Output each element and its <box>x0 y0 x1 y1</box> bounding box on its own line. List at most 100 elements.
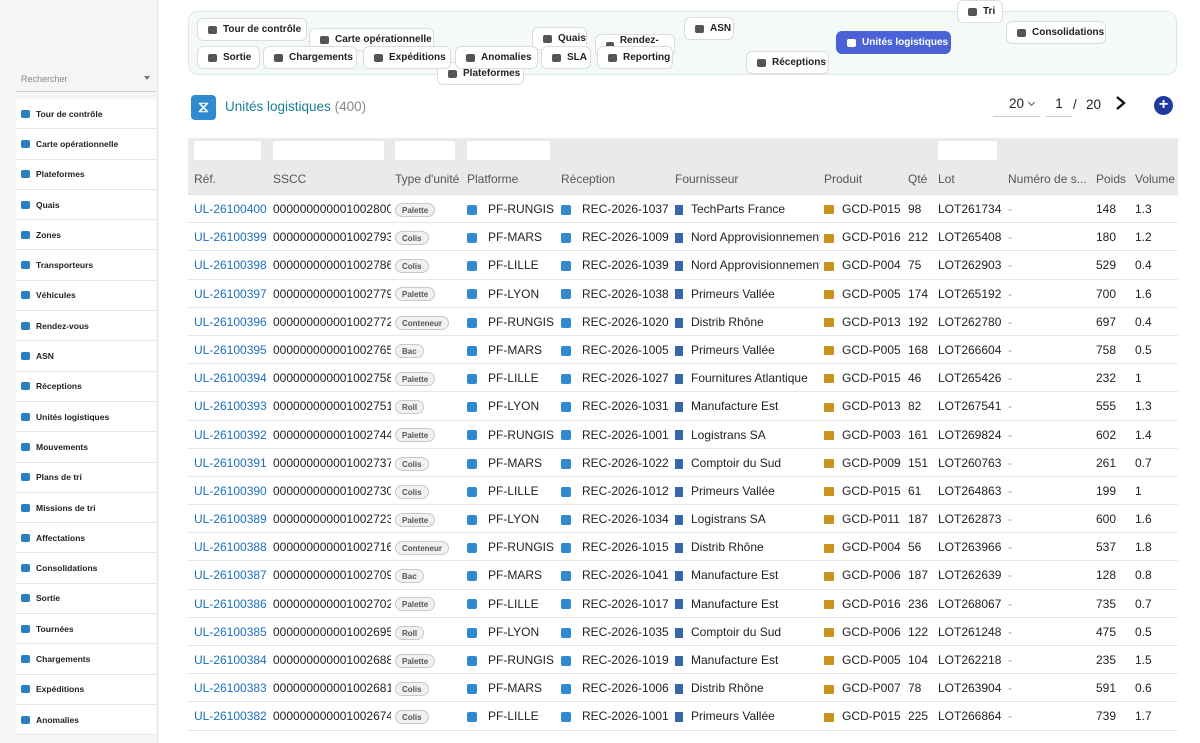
product-value: GCD-P015 <box>842 709 901 724</box>
column-header[interactable]: Type d'unité <box>395 166 465 195</box>
column-header[interactable]: SSCC <box>273 166 391 195</box>
tab[interactable]: Chargements <box>263 46 357 69</box>
table-row[interactable]: UL-26100383 000000000001002681 Colis PF-MAR… <box>188 674 1178 703</box>
ref-link[interactable]: UL-26100397 <box>194 287 267 301</box>
ref-link[interactable]: UL-26100395 <box>194 343 267 357</box>
table-row[interactable]: UL-26100384 000000000001002688 Palette PF-R… <box>188 646 1178 675</box>
table-row[interactable]: UL-26100392 000000000001002744 Palette PF-R… <box>188 420 1178 449</box>
ref-link[interactable]: UL-26100399 <box>194 230 267 244</box>
table-row[interactable]: UL-26100396 000000000001002772 Conteneur PF… <box>188 307 1178 336</box>
tab[interactable]: SLA <box>541 46 591 69</box>
sidebar-search-select[interactable]: Rechercher <box>16 66 156 92</box>
tab[interactable]: Sortie <box>197 46 260 69</box>
tab[interactable]: Tour de contrôle <box>197 18 307 41</box>
sidebar-item[interactable]: Plans de tri <box>16 462 156 493</box>
column-header[interactable]: Volume <box>1135 166 1178 195</box>
sidebar-item[interactable]: Carte opérationnelle <box>16 129 156 160</box>
sidebar-item[interactable]: ASN <box>16 341 156 372</box>
caret-down-icon[interactable] <box>144 76 150 80</box>
tab[interactable]: Anomalies <box>455 46 538 69</box>
table-row[interactable]: UL-26100382 000000000001002674 Colis PF-LIL… <box>188 702 1178 731</box>
table-row[interactable]: UL-26100391 000000000001002737 Colis PF-MAR… <box>188 448 1178 477</box>
sidebar-item[interactable]: Missions de tri <box>16 492 156 524</box>
sidebar-item[interactable]: Tour de contrôle <box>16 99 156 130</box>
column-header[interactable]: Numéro de s... <box>1008 166 1093 195</box>
table-row[interactable]: UL-26100394 000000000001002758 Palette PF-L… <box>188 364 1178 393</box>
column-header[interactable]: Réception <box>561 166 671 195</box>
table-row[interactable]: UL-26100397 000000000001002779 Palette PF-L… <box>188 279 1178 308</box>
column-header[interactable]: Platforme <box>467 166 557 195</box>
ref-link[interactable]: UL-26100383 <box>194 681 267 695</box>
ref-link[interactable]: UL-26100385 <box>194 625 267 639</box>
sidebar-item[interactable]: Transporteurs <box>16 250 156 281</box>
tab[interactable]: Réceptions <box>746 51 829 74</box>
column-header[interactable]: Réf. <box>194 166 269 195</box>
platform-value: PF-LILLE <box>488 596 539 611</box>
table-row[interactable]: UL-26100385 000000000001002695 Roll PF-LYON… <box>188 617 1178 646</box>
table-row[interactable]: UL-26100390 000000000001002730 Colis PF-LIL… <box>188 476 1178 506</box>
sidebar-item[interactable]: Anomalies <box>16 704 156 736</box>
lot-value: LOT266864 <box>938 709 1002 724</box>
table-row[interactable]: UL-26100393 000000000001002751 Roll PF-LYON… <box>188 392 1178 421</box>
ref-link[interactable]: UL-26100391 <box>194 456 267 470</box>
sidebar-item[interactable]: Réceptions <box>16 371 156 402</box>
sidebar-item[interactable]: Chargements <box>16 644 156 675</box>
map-icon <box>320 35 329 44</box>
ref-link[interactable]: UL-26100389 <box>194 512 267 526</box>
table-row[interactable]: UL-26100398 000000000001002786 Colis PF-LIL… <box>188 251 1178 280</box>
sidebar-item[interactable]: Unités logistiques <box>16 401 156 433</box>
current-page-input[interactable]: 1 <box>1046 93 1072 117</box>
ref-link[interactable]: UL-26100398 <box>194 258 267 272</box>
filter-type-input[interactable] <box>395 141 455 160</box>
column-header[interactable]: Fournisseur <box>675 166 820 195</box>
filter-lot-input[interactable] <box>938 141 997 160</box>
sidebar-item[interactable]: Sortie <box>16 583 156 615</box>
ref-link[interactable]: UL-26100392 <box>194 428 267 442</box>
sidebar-item[interactable]: Affectations <box>16 523 156 554</box>
qty-value: 61 <box>908 483 922 498</box>
table-row[interactable]: UL-26100399 000000000001002793 Colis PF-MAR… <box>188 223 1178 252</box>
column-header[interactable]: Lot <box>938 166 1006 195</box>
sidebar-item[interactable]: Tournées <box>16 614 156 645</box>
ref-link[interactable]: UL-26100388 <box>194 540 267 554</box>
tab[interactable]: Reporting <box>597 46 673 69</box>
tab[interactable]: Expéditions <box>363 46 451 69</box>
sidebar-item[interactable]: Quais <box>16 189 156 221</box>
table-row[interactable]: UL-26100395 000000000001002765 Bac PF-MARS R… <box>188 335 1178 365</box>
tab[interactable]: Unités logistiques <box>836 31 951 54</box>
ref-link[interactable]: UL-26100396 <box>194 315 267 329</box>
page-size-select[interactable]: 20 <box>993 93 1040 117</box>
ref-link[interactable]: UL-26100384 <box>194 653 267 667</box>
column-header[interactable]: Qté <box>908 166 936 195</box>
sidebar-item[interactable]: Expéditions <box>16 674 156 705</box>
table-row[interactable]: UL-26100386 000000000001002702 Palette PF-L… <box>188 589 1178 618</box>
sidebar-item[interactable]: Rendez-vous <box>16 311 156 342</box>
filter-ref-input[interactable] <box>194 141 261 160</box>
ref-link[interactable]: UL-26100386 <box>194 597 267 611</box>
add-button[interactable]: + <box>1154 96 1173 115</box>
tab[interactable]: ASN <box>684 17 734 40</box>
table-row[interactable]: UL-26100400 000000000001002800 Palette PF-R… <box>188 195 1178 224</box>
filter-sscc-input[interactable] <box>273 141 384 160</box>
tab[interactable]: Consolidations <box>1006 21 1106 44</box>
table-row[interactable]: UL-26100389 000000000001002723 Palette PF-L… <box>188 505 1178 534</box>
ref-link[interactable]: UL-26100390 <box>194 484 267 498</box>
sidebar-item[interactable]: Consolidations <box>16 553 156 584</box>
table-row[interactable]: UL-26100388 000000000001002716 Conteneur PF… <box>188 533 1178 562</box>
filter-platform-input[interactable] <box>467 141 550 160</box>
sidebar-item[interactable]: Véhicules <box>16 280 156 312</box>
ref-link[interactable]: UL-26100387 <box>194 568 267 582</box>
sidebar-item[interactable]: Mouvements <box>16 432 156 463</box>
table-row[interactable]: UL-26100387 000000000001002709 Bac PF-MARS R… <box>188 561 1178 590</box>
ref-link[interactable]: UL-26100400 <box>194 202 267 216</box>
sidebar-item-label: Missions de tri <box>36 502 96 513</box>
ref-link[interactable]: UL-26100394 <box>194 371 267 385</box>
ref-link[interactable]: UL-26100393 <box>194 399 267 413</box>
column-header[interactable]: Produit <box>824 166 904 195</box>
column-header[interactable]: Poids <box>1096 166 1132 195</box>
sidebar-item[interactable]: Plateformes <box>16 159 156 190</box>
chevron-right-icon[interactable] <box>1114 95 1128 111</box>
ref-link[interactable]: UL-26100382 <box>194 709 267 723</box>
tab[interactable]: Tri <box>957 0 1003 23</box>
sidebar-item[interactable]: Zones <box>16 220 156 251</box>
